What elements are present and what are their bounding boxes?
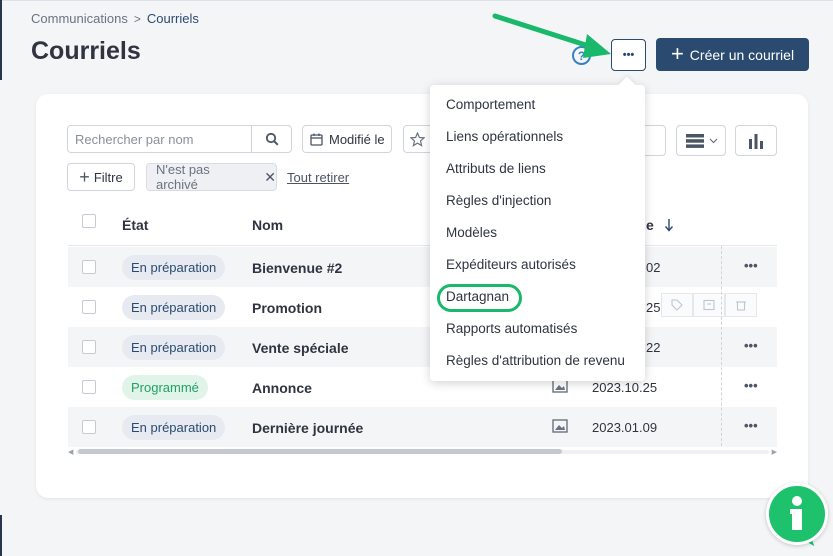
left-nav-edge-bottom [0, 515, 2, 556]
table-row[interactable]: En préparation Vente spéciale 22 ••• [68, 327, 777, 367]
filter-chip-label: N'est pas archivé [156, 162, 210, 192]
filter-label: Filtre [93, 169, 123, 185]
breadcrumb: Communications > Courriels [31, 11, 199, 26]
list-view-icon [685, 133, 704, 148]
modified-date: 2023.10.25 [592, 380, 658, 395]
scroll-right-icon[interactable]: ▶ [772, 448, 777, 456]
more-options-menu: Comportement Liens opérationnels Attribu… [430, 76, 645, 381]
menu-item-modeles[interactable]: Modèles [446, 225, 497, 240]
row-checkbox[interactable] [82, 340, 96, 354]
chevron-down-icon [709, 138, 717, 143]
menu-item-attributs-de-liens[interactable]: Attributs de liens [446, 161, 546, 176]
top-border [0, 0, 833, 1]
table-header: État Nom e [68, 205, 777, 246]
filter-chip-not-archived: N'est pas archivé ✕ [146, 162, 277, 192]
page-title: Courriels [31, 37, 141, 65]
status-badge: En préparation [122, 255, 226, 280]
table-row[interactable]: En préparation Dernière journée 2023.01.… [68, 407, 777, 447]
row-more-icon[interactable]: ••• [744, 418, 758, 433]
annotation-highlight-ring [437, 284, 522, 312]
search-input[interactable] [68, 126, 252, 152]
left-nav-edge [0, 0, 2, 80]
create-email-button[interactable]: + Créer un courriel [656, 38, 809, 71]
calendar-icon [310, 133, 323, 146]
table-row[interactable]: En préparation Promotion 25 [68, 287, 777, 327]
modified-date: 2023.01.09 [592, 420, 658, 435]
menu-item-liens-operationnels[interactable]: Liens opérationnels [446, 129, 563, 144]
menu-item-regles-injection[interactable]: Règles d'injection [446, 193, 551, 208]
column-header-state[interactable]: État [122, 217, 148, 233]
column-header-date[interactable]: e [646, 217, 654, 233]
chart-view-button[interactable] [735, 125, 777, 156]
column-divider [721, 246, 722, 446]
scroll-left-icon[interactable]: ◀ [68, 448, 73, 456]
menu-item-regles-attribution-revenu[interactable]: Règles d'attribution de revenu [446, 353, 625, 368]
row-checkbox[interactable] [82, 380, 96, 394]
row-actions [661, 293, 757, 317]
more-dots-icon: ••• [622, 49, 635, 61]
info-button[interactable] [766, 483, 828, 545]
status-badge: Programmé [122, 375, 208, 400]
plus-icon: + [670, 40, 684, 66]
menu-notch [618, 76, 636, 94]
search-icon [265, 132, 279, 146]
scrollbar-thumb[interactable] [78, 449, 562, 454]
plus-icon: + [79, 167, 90, 187]
email-name[interactable]: Vente spéciale [252, 340, 349, 356]
status-badge: En préparation [122, 335, 226, 360]
close-icon[interactable]: ✕ [264, 169, 276, 186]
clear-all-filters-link[interactable]: Tout retirer [287, 170, 349, 185]
row-more-icon[interactable]: ••• [744, 378, 758, 393]
search-button[interactable] [251, 126, 291, 152]
menu-item-comportement[interactable]: Comportement [446, 97, 535, 112]
star-icon [410, 131, 425, 147]
list-view-button[interactable] [676, 125, 726, 156]
email-name[interactable]: Annonce [252, 380, 312, 396]
row-checkbox[interactable] [82, 300, 96, 314]
image-icon [552, 419, 568, 433]
status-badge: En préparation [122, 415, 226, 440]
modified-date: 25 [646, 300, 661, 315]
table-row[interactable]: Programmé Annonce 2023.10.25 ••• [68, 367, 777, 407]
sort-desc-icon[interactable] [664, 218, 674, 232]
menu-item-rapports-automatises[interactable]: Rapports automatisés [446, 321, 577, 336]
create-email-label: Créer un courriel [689, 46, 795, 63]
column-header-name[interactable]: Nom [252, 217, 283, 233]
tag-icon[interactable] [661, 293, 693, 317]
modified-date: 02 [646, 260, 661, 275]
breadcrumb-current[interactable]: Courriels [147, 11, 199, 26]
email-name[interactable]: Promotion [252, 300, 322, 316]
row-checkbox[interactable] [82, 420, 96, 434]
row-more-icon[interactable]: ••• [744, 258, 758, 273]
row-more-icon[interactable]: ••• [744, 338, 758, 353]
search-box [67, 125, 292, 153]
modified-date-button[interactable]: Modifié le [302, 125, 392, 153]
breadcrumb-parent[interactable]: Communications [31, 11, 128, 26]
menu-item-expediteurs-autorises[interactable]: Expéditeurs autorisés [446, 257, 576, 272]
table-row[interactable]: En préparation Bienvenue #2 02 ••• [68, 247, 777, 287]
annotation-arrow-icon [492, 13, 611, 58]
breadcrumb-separator: > [133, 11, 141, 26]
modified-date-label: Modifié le [329, 131, 385, 147]
trash-icon[interactable] [725, 293, 757, 317]
add-filter-button[interactable]: + Filtre [67, 163, 135, 191]
email-name[interactable]: Bienvenue #2 [252, 260, 342, 276]
select-all-checkbox[interactable] [82, 214, 96, 228]
info-icon [790, 496, 802, 530]
chart-icon [749, 133, 763, 149]
horizontal-scrollbar[interactable]: ◀ ▶ [68, 448, 777, 456]
row-checkbox[interactable] [82, 260, 96, 274]
modified-date: 22 [646, 340, 661, 355]
email-name[interactable]: Dernière journée [252, 420, 363, 436]
status-badge: En préparation [122, 295, 226, 320]
